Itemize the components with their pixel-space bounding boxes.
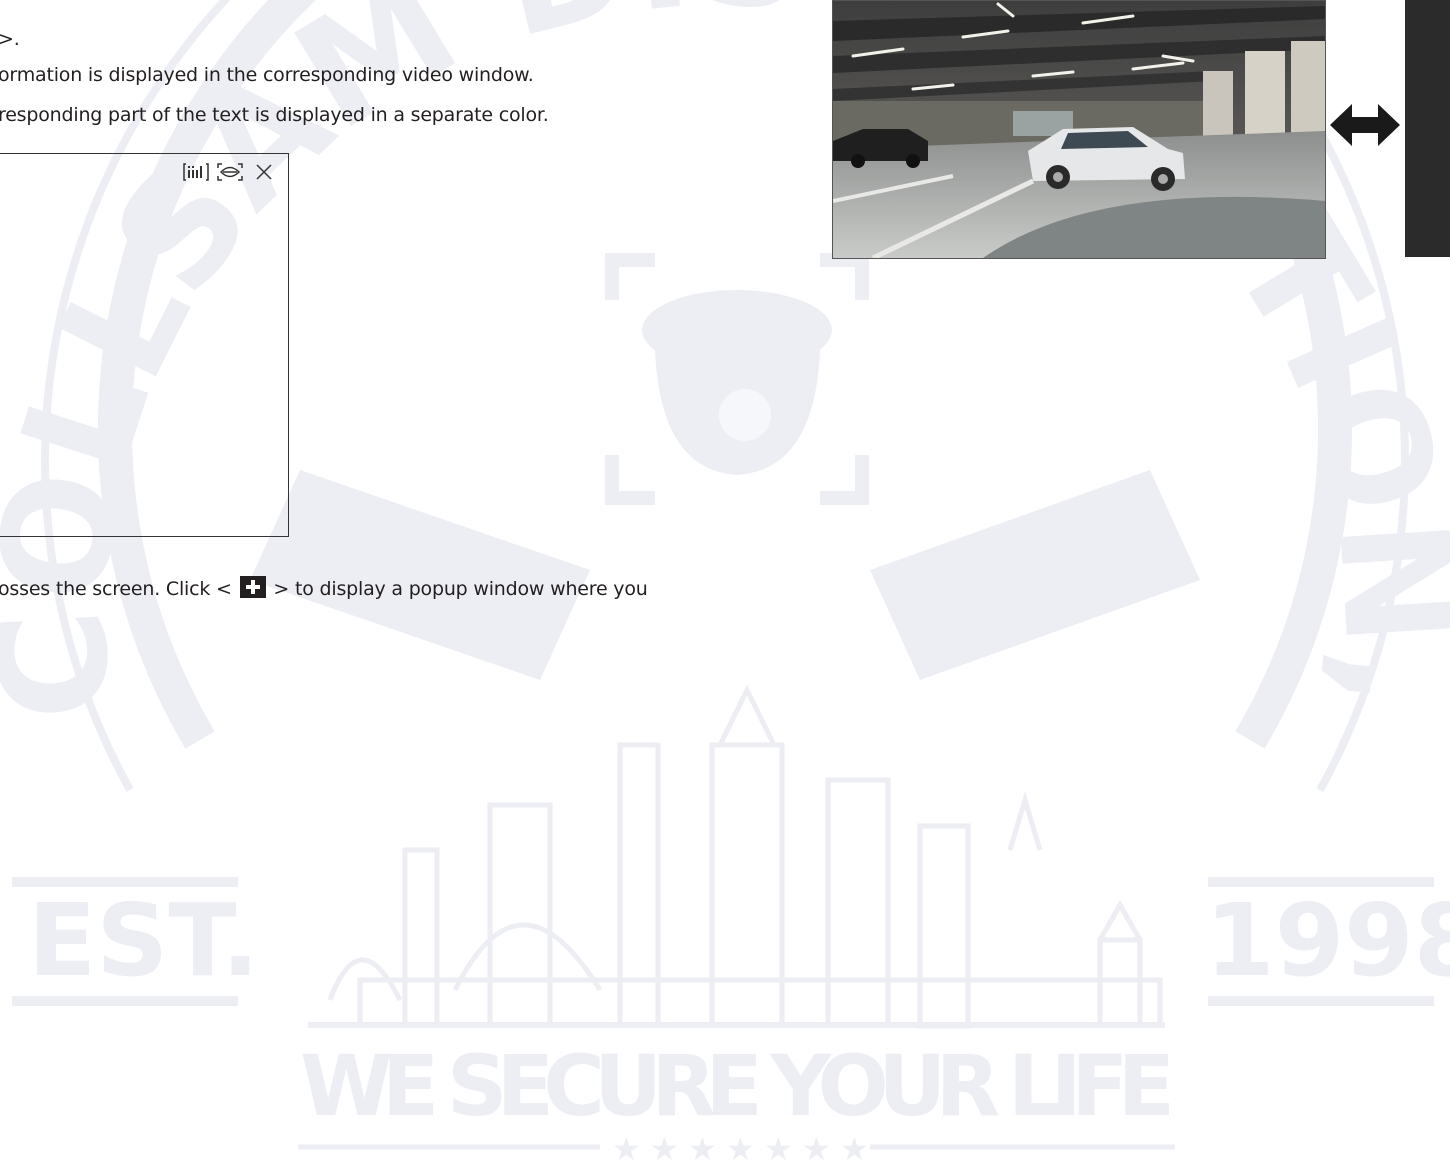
- double-arrow-icon: [1330, 104, 1400, 146]
- svg-text:★: ★: [612, 1130, 641, 1166]
- scan-eye-icon[interactable]: [217, 162, 243, 182]
- camera-image: [833, 1, 1325, 258]
- svg-text:★: ★: [802, 1130, 831, 1166]
- text-line-4-before: osses the screen. Click <: [0, 578, 238, 600]
- text-line-1: >.: [0, 28, 20, 50]
- svg-text:★: ★: [688, 1130, 717, 1166]
- svg-text:★: ★: [764, 1130, 793, 1166]
- parking-garage-camera-view: [832, 0, 1326, 259]
- svg-text:★: ★: [650, 1130, 679, 1166]
- text-line-4-after: > to display a popup window where you: [267, 578, 648, 600]
- text-line-2: ormation is displayed in the correspondi…: [0, 64, 534, 86]
- text-line-4: osses the screen. Click < > to display a…: [0, 576, 648, 601]
- video-window-panel: [0, 153, 289, 537]
- svg-text:★: ★: [726, 1130, 755, 1166]
- text-line-3: responding part of the text is displayed…: [0, 104, 549, 126]
- svg-text:★: ★: [840, 1130, 869, 1166]
- watermark-est: EST.: [28, 882, 259, 999]
- watermark-tagline: WE SECURE YOUR LIFE: [300, 1037, 1175, 1135]
- camera-view-right-edge: [1405, 0, 1450, 257]
- close-icon[interactable]: [255, 162, 273, 182]
- watermark-year: 1998: [1205, 882, 1450, 999]
- barcode-frame-icon[interactable]: [183, 162, 209, 182]
- plus-icon: [239, 576, 266, 598]
